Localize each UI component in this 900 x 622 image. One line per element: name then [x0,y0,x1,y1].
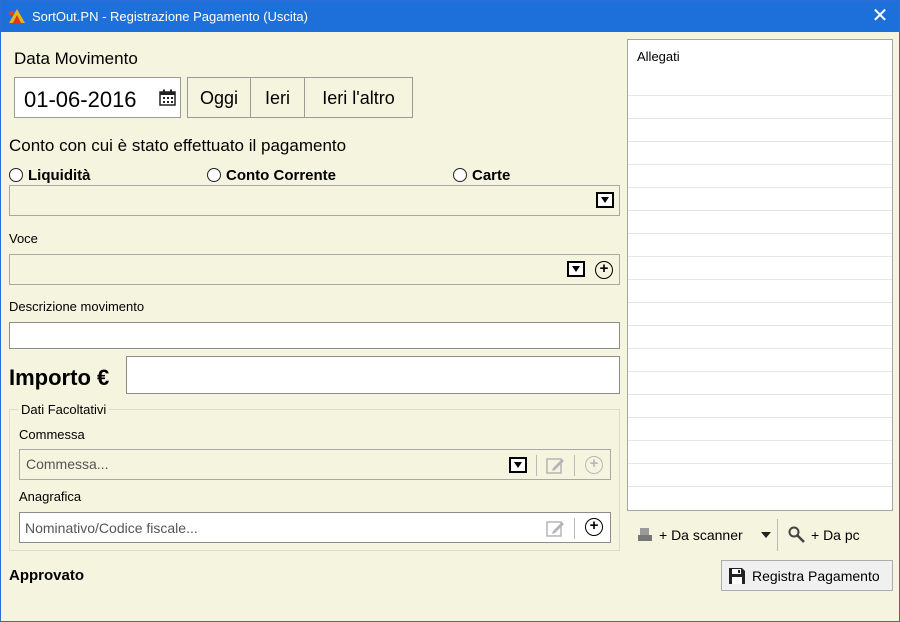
radio-circle[interactable] [9,168,23,182]
title-bar: SortOut.PN - Registrazione Pagamento (Us… [1,1,899,32]
separator [536,455,537,476]
commessa-label: Commessa [19,427,85,442]
list-row-line [628,256,892,257]
close-icon[interactable]: ✕ [869,5,891,27]
description-label: Descrizione movimento [9,299,145,314]
commessa-placeholder: Commessa... [26,456,109,472]
scan-dropdown-chevron-icon[interactable] [761,532,771,538]
commessa-select[interactable]: Commessa... + [19,449,611,480]
anagrafica-input[interactable]: Nominativo/Codice fiscale... + [19,512,611,543]
window-title: SortOut.PN - Registrazione Pagamento (Us… [32,9,308,24]
radio-label-conto-corrente: Conto Corrente [226,166,336,184]
list-row-line [628,95,892,96]
amount-label: Importo € [9,365,110,390]
chevron-down-icon[interactable] [567,261,585,277]
day-before-yesterday-button[interactable]: Ieri l'altro [304,77,413,118]
app-logo-icon [7,7,27,25]
description-input[interactable] [9,322,620,349]
radio-carte[interactable]: Carte [453,166,510,184]
list-row-line [628,118,892,119]
date-picker[interactable]: 01-06-2016 [14,77,181,118]
list-row-line [628,325,892,326]
radio-conto-corrente[interactable]: Conto Corrente [207,166,336,184]
date-value[interactable]: 01-06-2016 [24,87,137,113]
scan-button-label: + Da scanner [659,527,743,543]
separator [777,519,778,551]
calendar-icon[interactable] [159,89,176,106]
list-row-line [628,233,892,234]
list-row-line [628,486,892,487]
register-payment-label: Registra Pagamento [752,567,880,584]
add-commessa-icon[interactable]: + [585,456,603,474]
separator [574,455,575,476]
yesterday-button[interactable]: Ieri [250,77,305,118]
payment-window: SortOut.PN - Registrazione Pagamento (Us… [0,0,900,622]
list-row-line [628,417,892,418]
list-row-line [628,141,892,142]
upload-from-pc-label: + Da pc [811,527,860,543]
list-row-line [628,210,892,211]
chevron-down-icon[interactable] [596,192,614,208]
separator [574,518,575,539]
optional-data-legend: Dati Facoltativi [18,402,110,417]
anagrafica-placeholder: Nominativo/Codice fiscale... [25,520,198,536]
list-row-line [628,348,892,349]
add-voce-icon[interactable]: + [595,261,613,279]
attachments-list[interactable]: Allegati [627,39,893,511]
magnifier-icon [788,526,805,543]
anagrafica-label: Anagrafica [19,489,82,504]
list-row-line [628,164,892,165]
save-icon [729,567,745,584]
attachments-header: Allegati [637,49,680,64]
account-select[interactable] [9,185,620,216]
voce-label: Voce [9,231,38,246]
date-label: Data Movimento [14,49,138,68]
radio-label-liquidita: Liquidità [28,166,91,184]
account-label: Conto con cui è stato effettuato il paga… [9,136,347,155]
register-payment-button[interactable]: Registra Pagamento [721,560,893,591]
edit-icon[interactable] [546,456,566,475]
voce-select[interactable]: + [9,254,620,285]
radio-circle[interactable] [207,168,221,182]
list-row-line [628,463,892,464]
list-row-line [628,187,892,188]
list-row-line [628,302,892,303]
amount-input[interactable] [126,356,620,394]
add-anagrafica-icon[interactable]: + [585,518,603,536]
radio-liquidita[interactable]: Liquidità [9,166,91,184]
list-row-line [628,440,892,441]
list-row-line [628,394,892,395]
radio-label-carte: Carte [472,166,511,184]
list-row-line [628,279,892,280]
today-button[interactable]: Oggi [187,77,251,118]
approved-label: Approvato [9,567,84,584]
scan-button[interactable]: + Da scanner [637,525,743,545]
scanner-icon [638,528,652,541]
upload-from-pc-button[interactable]: + Da pc [788,525,860,545]
edit-icon[interactable] [546,519,566,538]
list-row-line [628,371,892,372]
chevron-down-icon[interactable] [509,457,527,473]
radio-circle[interactable] [453,168,467,182]
